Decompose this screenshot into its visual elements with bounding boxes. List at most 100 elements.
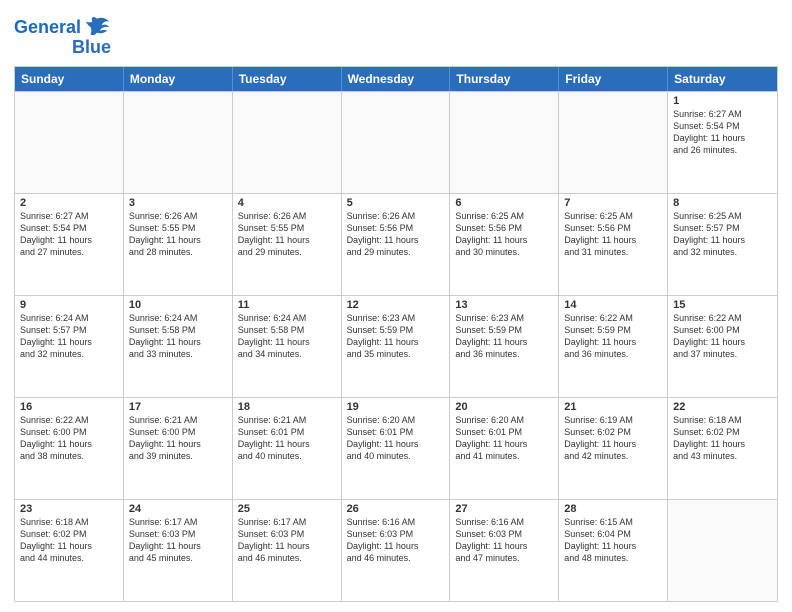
day-info: Sunrise: 6:17 AM Sunset: 6:03 PM Dayligh… xyxy=(129,516,227,565)
day-info: Sunrise: 6:20 AM Sunset: 6:01 PM Dayligh… xyxy=(455,414,553,463)
day-number: 24 xyxy=(129,503,227,515)
calendar-row-2: 9Sunrise: 6:24 AM Sunset: 5:57 PM Daylig… xyxy=(15,295,777,397)
calendar-cell: 5Sunrise: 6:26 AM Sunset: 5:56 PM Daylig… xyxy=(342,194,451,295)
day-number: 16 xyxy=(20,401,118,413)
day-info: Sunrise: 6:25 AM Sunset: 5:57 PM Dayligh… xyxy=(673,210,772,259)
day-info: Sunrise: 6:25 AM Sunset: 5:56 PM Dayligh… xyxy=(564,210,662,259)
day-info: Sunrise: 6:22 AM Sunset: 6:00 PM Dayligh… xyxy=(20,414,118,463)
day-number: 25 xyxy=(238,503,336,515)
header-cell-wednesday: Wednesday xyxy=(342,67,451,91)
day-number: 22 xyxy=(673,401,772,413)
calendar-cell xyxy=(15,92,124,193)
day-info: Sunrise: 6:26 AM Sunset: 5:56 PM Dayligh… xyxy=(347,210,445,259)
day-number: 23 xyxy=(20,503,118,515)
calendar-cell: 19Sunrise: 6:20 AM Sunset: 6:01 PM Dayli… xyxy=(342,398,451,499)
day-number: 4 xyxy=(238,197,336,209)
calendar-cell xyxy=(233,92,342,193)
day-info: Sunrise: 6:15 AM Sunset: 6:04 PM Dayligh… xyxy=(564,516,662,565)
calendar-cell: 16Sunrise: 6:22 AM Sunset: 6:00 PM Dayli… xyxy=(15,398,124,499)
day-number: 13 xyxy=(455,299,553,311)
calendar-cell: 1Sunrise: 6:27 AM Sunset: 5:54 PM Daylig… xyxy=(668,92,777,193)
day-number: 20 xyxy=(455,401,553,413)
calendar-cell: 21Sunrise: 6:19 AM Sunset: 6:02 PM Dayli… xyxy=(559,398,668,499)
day-number: 10 xyxy=(129,299,227,311)
day-info: Sunrise: 6:21 AM Sunset: 6:00 PM Dayligh… xyxy=(129,414,227,463)
day-number: 15 xyxy=(673,299,772,311)
header-cell-friday: Friday xyxy=(559,67,668,91)
day-info: Sunrise: 6:20 AM Sunset: 6:01 PM Dayligh… xyxy=(347,414,445,463)
calendar-cell: 14Sunrise: 6:22 AM Sunset: 5:59 PM Dayli… xyxy=(559,296,668,397)
day-number: 18 xyxy=(238,401,336,413)
calendar-cell: 2Sunrise: 6:27 AM Sunset: 5:54 PM Daylig… xyxy=(15,194,124,295)
day-number: 19 xyxy=(347,401,445,413)
calendar-cell: 8Sunrise: 6:25 AM Sunset: 5:57 PM Daylig… xyxy=(668,194,777,295)
day-number: 1 xyxy=(673,95,772,107)
calendar-body: 1Sunrise: 6:27 AM Sunset: 5:54 PM Daylig… xyxy=(15,91,777,601)
day-info: Sunrise: 6:18 AM Sunset: 6:02 PM Dayligh… xyxy=(673,414,772,463)
header-cell-saturday: Saturday xyxy=(668,67,777,91)
calendar-row-3: 16Sunrise: 6:22 AM Sunset: 6:00 PM Dayli… xyxy=(15,397,777,499)
header-cell-monday: Monday xyxy=(124,67,233,91)
day-number: 3 xyxy=(129,197,227,209)
calendar-cell: 4Sunrise: 6:26 AM Sunset: 5:55 PM Daylig… xyxy=(233,194,342,295)
calendar-cell xyxy=(124,92,233,193)
calendar-cell: 7Sunrise: 6:25 AM Sunset: 5:56 PM Daylig… xyxy=(559,194,668,295)
calendar-header: SundayMondayTuesdayWednesdayThursdayFrid… xyxy=(15,67,777,91)
calendar-cell xyxy=(450,92,559,193)
day-info: Sunrise: 6:26 AM Sunset: 5:55 PM Dayligh… xyxy=(238,210,336,259)
calendar-cell: 25Sunrise: 6:17 AM Sunset: 6:03 PM Dayli… xyxy=(233,500,342,601)
calendar-cell: 9Sunrise: 6:24 AM Sunset: 5:57 PM Daylig… xyxy=(15,296,124,397)
logo-text-general: General xyxy=(14,18,81,38)
calendar-cell: 28Sunrise: 6:15 AM Sunset: 6:04 PM Dayli… xyxy=(559,500,668,601)
day-info: Sunrise: 6:22 AM Sunset: 5:59 PM Dayligh… xyxy=(564,312,662,361)
page: General Blue SundayMondayTuesdayWednesda… xyxy=(0,0,792,612)
day-info: Sunrise: 6:17 AM Sunset: 6:03 PM Dayligh… xyxy=(238,516,336,565)
calendar-cell: 23Sunrise: 6:18 AM Sunset: 6:02 PM Dayli… xyxy=(15,500,124,601)
header-cell-thursday: Thursday xyxy=(450,67,559,91)
day-info: Sunrise: 6:19 AM Sunset: 6:02 PM Dayligh… xyxy=(564,414,662,463)
day-info: Sunrise: 6:25 AM Sunset: 5:56 PM Dayligh… xyxy=(455,210,553,259)
day-info: Sunrise: 6:16 AM Sunset: 6:03 PM Dayligh… xyxy=(455,516,553,565)
calendar-cell: 26Sunrise: 6:16 AM Sunset: 6:03 PM Dayli… xyxy=(342,500,451,601)
header-cell-tuesday: Tuesday xyxy=(233,67,342,91)
day-info: Sunrise: 6:21 AM Sunset: 6:01 PM Dayligh… xyxy=(238,414,336,463)
calendar-cell: 22Sunrise: 6:18 AM Sunset: 6:02 PM Dayli… xyxy=(668,398,777,499)
calendar-cell: 15Sunrise: 6:22 AM Sunset: 6:00 PM Dayli… xyxy=(668,296,777,397)
day-number: 8 xyxy=(673,197,772,209)
day-info: Sunrise: 6:27 AM Sunset: 5:54 PM Dayligh… xyxy=(20,210,118,259)
calendar-cell: 12Sunrise: 6:23 AM Sunset: 5:59 PM Dayli… xyxy=(342,296,451,397)
calendar-row-1: 2Sunrise: 6:27 AM Sunset: 5:54 PM Daylig… xyxy=(15,193,777,295)
day-number: 17 xyxy=(129,401,227,413)
day-info: Sunrise: 6:24 AM Sunset: 5:58 PM Dayligh… xyxy=(129,312,227,361)
calendar-cell: 17Sunrise: 6:21 AM Sunset: 6:00 PM Dayli… xyxy=(124,398,233,499)
header: General Blue xyxy=(14,10,778,58)
day-info: Sunrise: 6:23 AM Sunset: 5:59 PM Dayligh… xyxy=(347,312,445,361)
day-number: 28 xyxy=(564,503,662,515)
calendar-cell: 18Sunrise: 6:21 AM Sunset: 6:01 PM Dayli… xyxy=(233,398,342,499)
day-info: Sunrise: 6:22 AM Sunset: 6:00 PM Dayligh… xyxy=(673,312,772,361)
day-number: 2 xyxy=(20,197,118,209)
day-info: Sunrise: 6:16 AM Sunset: 6:03 PM Dayligh… xyxy=(347,516,445,565)
day-info: Sunrise: 6:27 AM Sunset: 5:54 PM Dayligh… xyxy=(673,108,772,157)
day-number: 9 xyxy=(20,299,118,311)
day-number: 21 xyxy=(564,401,662,413)
day-number: 11 xyxy=(238,299,336,311)
calendar-cell xyxy=(559,92,668,193)
calendar-cell: 27Sunrise: 6:16 AM Sunset: 6:03 PM Dayli… xyxy=(450,500,559,601)
calendar-cell: 13Sunrise: 6:23 AM Sunset: 5:59 PM Dayli… xyxy=(450,296,559,397)
day-info: Sunrise: 6:24 AM Sunset: 5:58 PM Dayligh… xyxy=(238,312,336,361)
calendar-cell xyxy=(668,500,777,601)
calendar-cell: 6Sunrise: 6:25 AM Sunset: 5:56 PM Daylig… xyxy=(450,194,559,295)
day-info: Sunrise: 6:24 AM Sunset: 5:57 PM Dayligh… xyxy=(20,312,118,361)
calendar-cell: 10Sunrise: 6:24 AM Sunset: 5:58 PM Dayli… xyxy=(124,296,233,397)
day-info: Sunrise: 6:23 AM Sunset: 5:59 PM Dayligh… xyxy=(455,312,553,361)
calendar-row-0: 1Sunrise: 6:27 AM Sunset: 5:54 PM Daylig… xyxy=(15,91,777,193)
calendar-cell: 24Sunrise: 6:17 AM Sunset: 6:03 PM Dayli… xyxy=(124,500,233,601)
day-number: 14 xyxy=(564,299,662,311)
calendar-cell: 20Sunrise: 6:20 AM Sunset: 6:01 PM Dayli… xyxy=(450,398,559,499)
calendar-cell xyxy=(342,92,451,193)
day-info: Sunrise: 6:18 AM Sunset: 6:02 PM Dayligh… xyxy=(20,516,118,565)
header-cell-sunday: Sunday xyxy=(15,67,124,91)
calendar-cell: 3Sunrise: 6:26 AM Sunset: 5:55 PM Daylig… xyxy=(124,194,233,295)
logo-text-blue: Blue xyxy=(72,38,111,58)
